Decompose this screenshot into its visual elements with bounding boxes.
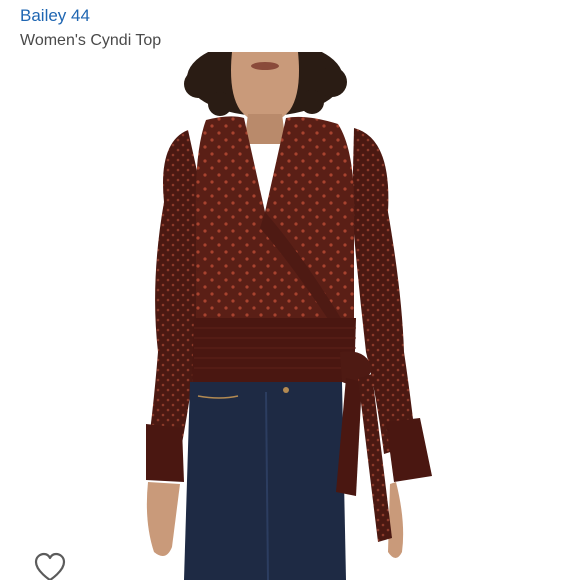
product-photo[interactable] — [110, 52, 470, 580]
jeans — [184, 382, 346, 580]
right-sleeve — [352, 128, 432, 482]
brand-link[interactable]: Bailey 44 — [20, 6, 90, 26]
heart-outline-icon[interactable] — [33, 552, 67, 580]
product-title: Women's Cyndi Top — [20, 32, 162, 49]
listing-page: Bailey 44 Women's Cyndi Top — [0, 0, 580, 580]
